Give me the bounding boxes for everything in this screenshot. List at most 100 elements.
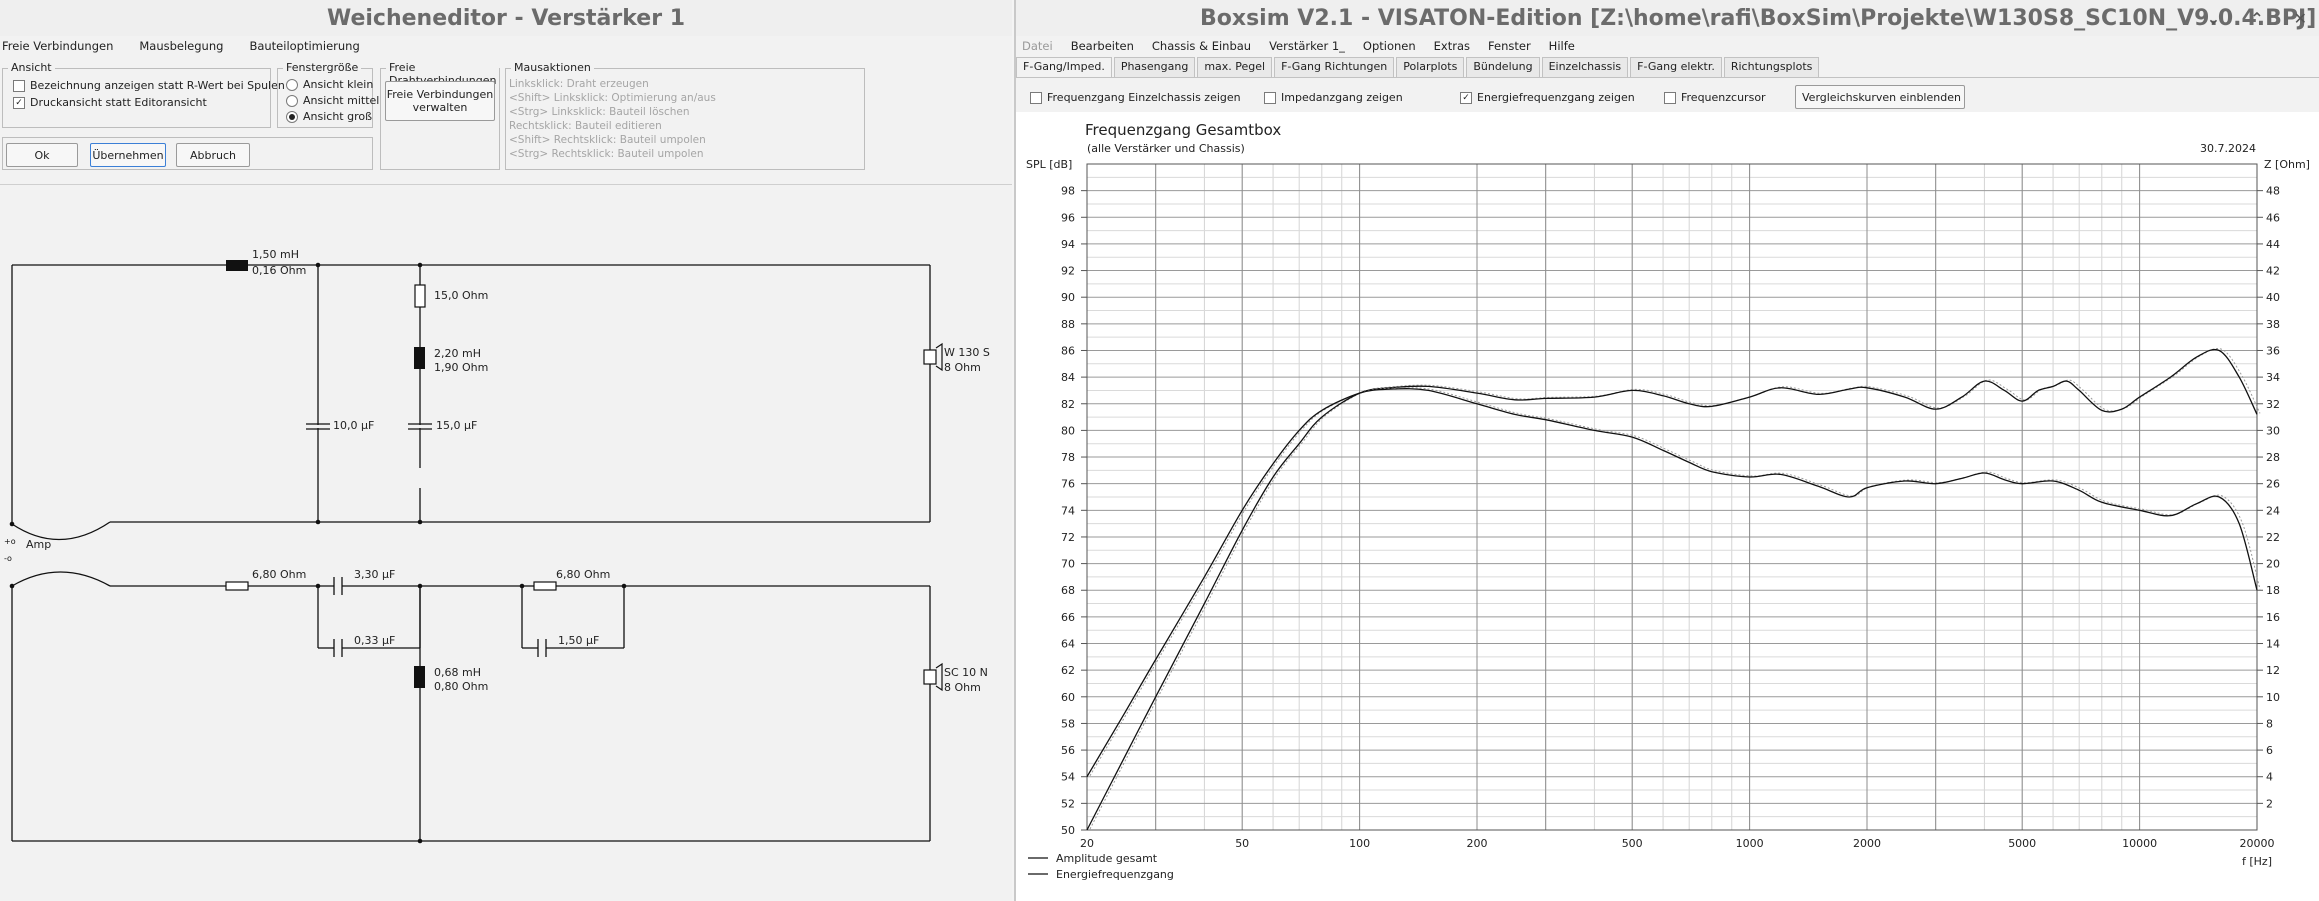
- r1-value: 15,0 Ohm: [434, 289, 489, 302]
- y-tick-label: 94: [1061, 238, 1075, 251]
- boxsim-titlebar: Boxsim V2.1 - VISATON-Edition [Z:\home\r…: [1016, 0, 2319, 36]
- frequenzcursor-option[interactable]: Frequenzcursor: [1664, 91, 1766, 104]
- fenstergroesse-group: Fenstergröße Ansicht klein Ansicht mitte…: [277, 61, 379, 128]
- x-tick-label: 10000: [2122, 837, 2157, 850]
- tab-separator: [1016, 77, 2319, 78]
- y-tick-label: 68: [1061, 584, 1075, 597]
- y-tick-label: 84: [1061, 371, 1075, 384]
- y2-tick-label: 40: [2266, 291, 2280, 304]
- chart-date: 30.7.2024: [2200, 142, 2256, 155]
- amp-label: Amp: [26, 538, 52, 551]
- menu-chassis-einbau[interactable]: Chassis & Einbau: [1152, 39, 1251, 53]
- abbruch-button[interactable]: Abbruch: [176, 143, 250, 167]
- bezeichnung-option[interactable]: Bezeichnung anzeigen statt R-Wert bei Sp…: [13, 79, 285, 92]
- ansicht-mittel-radio[interactable]: [286, 94, 298, 107]
- y2-tick-label: 48: [2266, 185, 2280, 198]
- ansicht-gross-radio[interactable]: [286, 110, 298, 123]
- x-tick-label: 20: [1080, 837, 1094, 850]
- y-tick-label: 80: [1061, 424, 1075, 437]
- y2-tick-label: 42: [2266, 265, 2280, 278]
- series-2-reference-line: [1089, 387, 2261, 776]
- mausaktionen-list: Linksklick: Draht erzeugen <Shift> Links…: [509, 77, 716, 161]
- y2-tick-label: 4: [2266, 771, 2273, 784]
- menu-datei[interactable]: Datei: [1022, 39, 1053, 53]
- plot-area[interactable]: 50 52 54 56 58 60 62 64 66 68 70 72 74 76 78 80 82 84 86 88…: [1016, 112, 2319, 901]
- l3-value: 0,68 mH: [434, 666, 481, 679]
- y-tick-label: 52: [1061, 797, 1075, 810]
- close-icon[interactable]: ✕: [2294, 9, 2307, 28]
- tab-max-pegel[interactable]: max. Pegel: [1197, 57, 1273, 77]
- crossover-schematic: +o -o: [4, 260, 943, 844]
- tab-richtungsplots[interactable]: Richtungsplots: [1723, 57, 1820, 77]
- circuit-canvas[interactable]: +o -o Amp 1,50 mH 0,16 Ohm 15,0 Ohm 2,20…: [0, 186, 1012, 901]
- tab-einzelchassis[interactable]: Einzelchassis: [1541, 57, 1629, 77]
- ansicht-klein-option[interactable]: Ansicht klein: [286, 78, 373, 91]
- einzelchassis-option[interactable]: Frequenzgang Einzelchassis zeigen: [1030, 91, 1241, 104]
- weicheneditor-titlebar: Weicheneditor - Verstärker 1: [0, 0, 1012, 36]
- tab-fgang-imped[interactable]: F-Gang/Imped.: [1016, 57, 1112, 77]
- impedanzgang-option[interactable]: Impedanzgang zeigen: [1264, 91, 1403, 104]
- frequenzcursor-checkbox[interactable]: [1664, 91, 1676, 104]
- chart-subtitle: (alle Verstärker und Chassis): [1087, 142, 1245, 155]
- y2-axis-label: Z [Ohm]: [2264, 158, 2310, 171]
- y-tick-label: 82: [1061, 398, 1075, 411]
- bezeichnung-checkbox[interactable]: [13, 79, 25, 92]
- menu-bauteiloptimierung[interactable]: Bauteiloptimierung: [249, 39, 359, 53]
- tweeter-impedance: 8 Ohm: [944, 681, 981, 694]
- tab-fgang-richtungen[interactable]: F-Gang Richtungen: [1274, 57, 1395, 77]
- tab-polarplots[interactable]: Polarplots: [1396, 57, 1465, 77]
- x-tick-label: 100: [1349, 837, 1370, 850]
- c1-value: 10,0 µF: [333, 419, 375, 432]
- maximize-icon[interactable]: ⌃: [2250, 9, 2263, 28]
- menu-freie-verbindungen[interactable]: Freie Verbindungen: [2, 39, 113, 53]
- tab-phasengang[interactable]: Phasengang: [1113, 57, 1196, 77]
- y2-tick-label: 22: [2266, 531, 2280, 544]
- y-tick-label: 64: [1061, 638, 1075, 651]
- ansicht-mittel-option[interactable]: Ansicht mittel: [286, 94, 379, 107]
- menu-extras[interactable]: Extras: [1434, 39, 1470, 53]
- energiefrequenzgang-label: Energiefrequenzgang zeigen: [1477, 91, 1635, 104]
- ansicht-gross-label: Ansicht groß: [303, 110, 373, 123]
- uebernehmen-button[interactable]: Übernehmen: [90, 143, 166, 167]
- freie-verbindungen-verwalten-button[interactable]: Freie Verbindungen verwalten: [385, 81, 495, 121]
- ansicht-klein-radio[interactable]: [286, 78, 298, 91]
- right-menubar: Datei Bearbeiten Chassis & Einbau Verstä…: [1016, 36, 2319, 56]
- menu-optionen[interactable]: Optionen: [1363, 39, 1416, 53]
- energiefrequenzgang-option[interactable]: ✓ Energiefrequenzgang zeigen: [1460, 91, 1635, 104]
- y-tick-label: 62: [1061, 664, 1075, 677]
- minimize-icon[interactable]: ⌄: [2207, 9, 2220, 28]
- einzelchassis-checkbox[interactable]: [1030, 91, 1042, 104]
- druckansicht-option[interactable]: ✓ Druckansicht statt Editoransicht: [13, 96, 207, 109]
- ok-label: Ok: [34, 148, 50, 162]
- druckansicht-label: Druckansicht statt Editoransicht: [30, 96, 207, 109]
- impedanzgang-checkbox[interactable]: [1264, 91, 1276, 104]
- inductor-l2: [414, 347, 425, 369]
- ok-button[interactable]: Ok: [6, 143, 78, 167]
- mausaktion-line: <Strg> Linksklick: Bauteil löschen: [509, 106, 690, 118]
- tab-buendelung[interactable]: Bündelung: [1466, 57, 1540, 77]
- menu-hilfe[interactable]: Hilfe: [1549, 39, 1575, 53]
- woofer-impedance: 8 Ohm: [944, 361, 981, 374]
- y2-tick-label: 20: [2266, 558, 2280, 571]
- druckansicht-checkbox[interactable]: ✓: [13, 96, 25, 109]
- menu-bearbeiten[interactable]: Bearbeiten: [1071, 39, 1134, 53]
- y-tick-label: 96: [1061, 211, 1075, 224]
- menu-verstaerker[interactable]: Verstärker 1_: [1269, 39, 1345, 53]
- menu-mausbelegung[interactable]: Mausbelegung: [139, 39, 223, 53]
- tweeter-symbol: [923, 662, 943, 692]
- mausaktion-line: Rechtsklick: Bauteil editieren: [509, 120, 662, 132]
- legend-label: Amplitude gesamt: [1056, 852, 1158, 865]
- y-tick-label: 50: [1061, 824, 1075, 837]
- vergleichskurven-button[interactable]: Vergleichskurven einblenden: [1795, 85, 1965, 109]
- x-tick-label: 2000: [1853, 837, 1881, 850]
- einzelchassis-label: Frequenzgang Einzelchassis zeigen: [1047, 91, 1241, 104]
- boxsim-window: Boxsim V2.1 - VISATON-Edition [Z:\home\r…: [1014, 0, 2319, 901]
- y-tick-label: 92: [1061, 265, 1075, 278]
- menu-fenster[interactable]: Fenster: [1488, 39, 1531, 53]
- ansicht-gross-option[interactable]: Ansicht groß: [286, 110, 372, 123]
- energiefrequenzgang-checkbox[interactable]: ✓: [1460, 91, 1472, 104]
- y2-tick-label: 30: [2266, 424, 2280, 437]
- y-tick-label: 74: [1061, 504, 1075, 517]
- y2-tick-label: 18: [2266, 584, 2280, 597]
- tab-fgang-elektr[interactable]: F-Gang elektr.: [1630, 57, 1722, 77]
